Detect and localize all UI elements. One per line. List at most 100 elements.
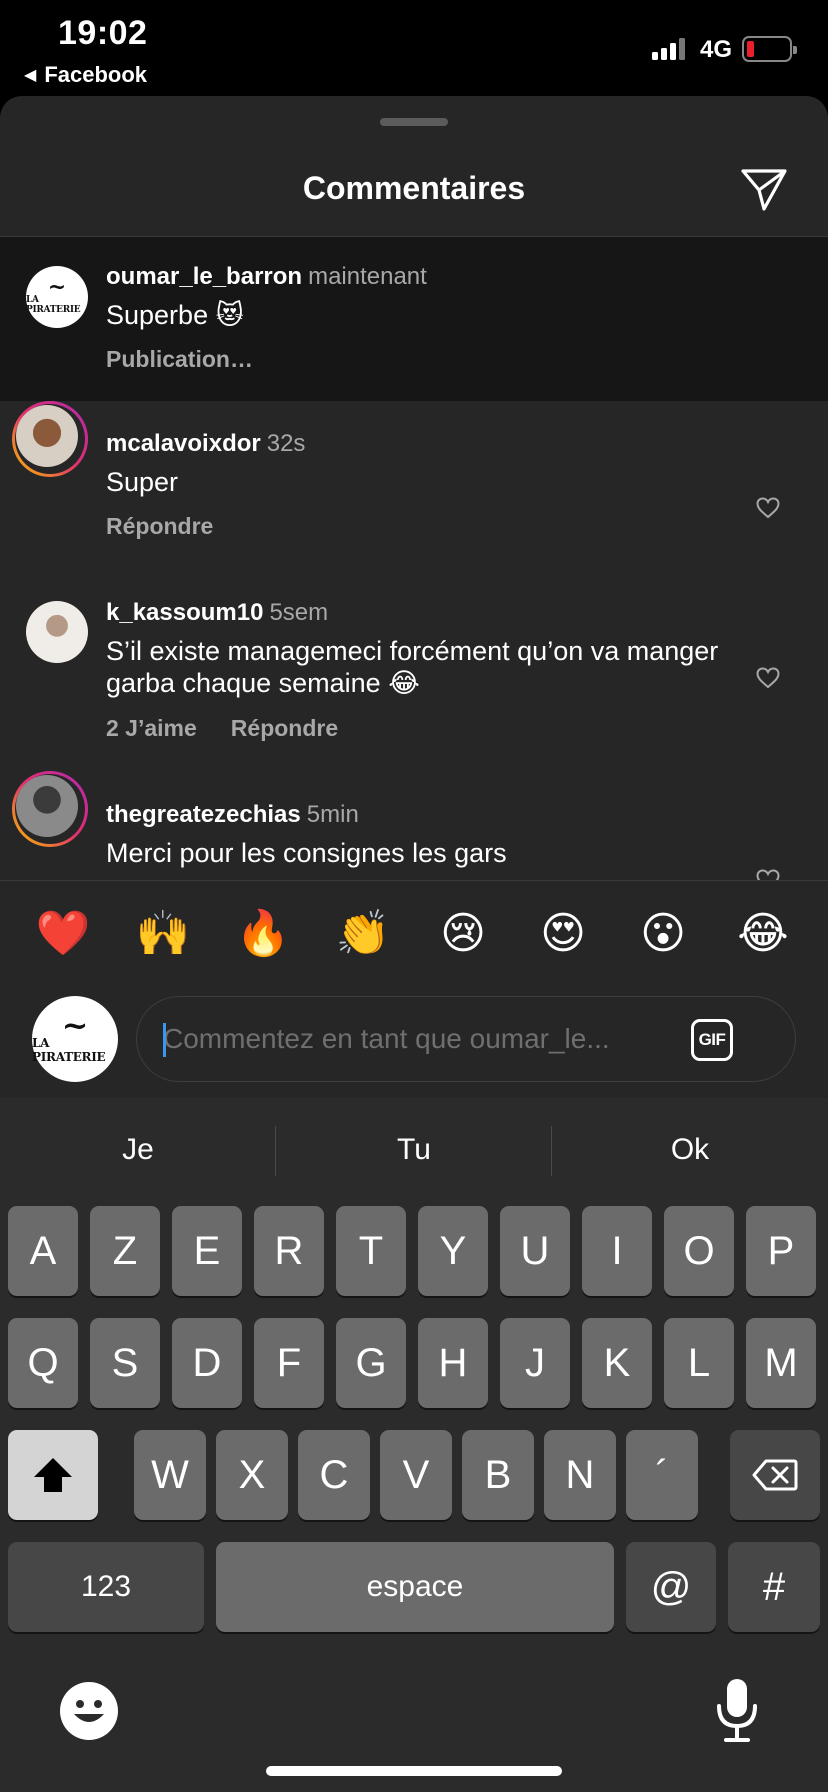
comment-time: 5sem <box>269 599 329 626</box>
network-type: 4G <box>700 36 733 63</box>
paper-plane-icon[interactable] <box>740 168 788 212</box>
comment-text: Superbe 😻 <box>106 300 244 330</box>
shift-key[interactable] <box>8 1430 98 1520</box>
space-key[interactable]: espace <box>216 1542 614 1632</box>
keyboard: Je Tu Ok A Z E R T Y U I O P Q S D F G H… <box>0 1098 828 1792</box>
logo-swirl: ~ <box>47 274 67 300</box>
back-to-app-link[interactable]: ◀ Facebook <box>24 62 147 88</box>
home-indicator[interactable] <box>266 1766 562 1776</box>
my-avatar: ~ LA PIRATERIE <box>32 996 118 1082</box>
key-p[interactable]: P <box>746 1206 816 1296</box>
key-w[interactable]: W <box>134 1430 206 1520</box>
status-time: 19:02 <box>58 14 148 52</box>
key-z[interactable]: Z <box>90 1206 160 1296</box>
comment-header: oumar_le_barron maintenant <box>106 263 427 291</box>
key-v[interactable]: V <box>380 1430 452 1520</box>
text-caret <box>163 1023 166 1057</box>
comment-username[interactable]: thegreatezechias <box>106 801 301 828</box>
likes-count[interactable]: 2 J’aime <box>106 715 197 741</box>
emoji-laughing-button[interactable]: 😂 <box>733 909 793 959</box>
sheet-grabber[interactable] <box>380 118 448 126</box>
key-c[interactable]: C <box>298 1430 370 1520</box>
comment-time: 32s <box>266 430 306 457</box>
key-y[interactable]: Y <box>418 1206 488 1296</box>
comment-input[interactable]: Commentez en tant que oumar_le... GIF <box>136 996 796 1082</box>
heart-icon[interactable] <box>756 667 780 689</box>
comment-item: k_kassoum10 5sem S’il existe managemeci f… <box>0 571 828 771</box>
emoji-heart-button[interactable]: ❤️ <box>33 909 93 959</box>
key-n[interactable]: N <box>544 1430 616 1520</box>
emoji-crying-button[interactable]: 😢 <box>433 909 493 959</box>
avatar[interactable]: ~ LA PIRATERIE <box>26 266 88 328</box>
key-e[interactable]: E <box>172 1206 242 1296</box>
key-x[interactable]: X <box>216 1430 288 1520</box>
back-triangle-icon: ◀ <box>24 67 37 84</box>
comment-text: Super <box>106 467 179 497</box>
key-s[interactable]: S <box>90 1318 160 1408</box>
key-g[interactable]: G <box>336 1318 406 1408</box>
status-bar: 19:02 ◀ Facebook 4G <box>0 0 828 96</box>
avatar[interactable] <box>12 771 88 847</box>
key-i[interactable]: I <box>582 1206 652 1296</box>
key-r[interactable]: R <box>254 1206 324 1296</box>
keyboard-emoji-icon[interactable] <box>60 1682 118 1740</box>
comment-text: Merci pour les consignes les gars <box>106 838 507 868</box>
comment-header: k_kassoum10 5sem <box>106 599 328 627</box>
key-f[interactable]: F <box>254 1318 324 1408</box>
emoji-clap-button[interactable]: 👏 <box>333 909 393 959</box>
comment-time: maintenant <box>308 263 427 290</box>
key-j[interactable]: J <box>500 1318 570 1408</box>
comment-meta: 2 J’aime Répondre <box>106 715 338 742</box>
microphone-icon[interactable] <box>712 1676 762 1746</box>
numbers-key[interactable]: 123 <box>8 1542 204 1632</box>
emoji-heart-eyes-button[interactable]: 😍 <box>533 909 593 959</box>
reply-button[interactable]: Répondre <box>106 513 213 539</box>
key-q[interactable]: Q <box>8 1318 78 1408</box>
backspace-icon <box>752 1459 798 1491</box>
back-app-label: Facebook <box>44 62 148 87</box>
sheet-title: Commentaires <box>302 170 526 206</box>
comment-username[interactable]: mcalavoixdor <box>106 430 261 457</box>
cellular-signal-icon <box>652 38 688 60</box>
comment-meta: Répondre <box>106 513 213 540</box>
comment-header: mcalavoixdor 32s <box>106 430 305 458</box>
emoji-surprised-button[interactable]: 😮 <box>633 909 693 959</box>
key-b[interactable]: B <box>462 1430 534 1520</box>
key-d[interactable]: D <box>172 1318 242 1408</box>
avatar-photo <box>16 405 78 467</box>
reply-button[interactable]: Répondre <box>231 715 338 741</box>
comment-header: thegreatezechias 5min <box>106 801 359 829</box>
key-u[interactable]: U <box>500 1206 570 1296</box>
comment-time: 5min <box>306 801 359 828</box>
key-m[interactable]: M <box>746 1318 816 1408</box>
comment-username[interactable]: k_kassoum10 <box>106 599 263 626</box>
emoji-quick-bar: ❤️ 🙌 🔥 👏 😢 😍 😮 😂 <box>0 880 828 980</box>
logo-swirl: ~ <box>61 1006 89 1044</box>
suggestion-3[interactable]: Ok <box>552 1098 828 1202</box>
emoji-fire-button[interactable]: 🔥 <box>233 909 293 959</box>
key-a[interactable]: A <box>8 1206 78 1296</box>
logo-text: LA PIRATERIE <box>26 295 81 315</box>
key-h[interactable]: H <box>418 1318 488 1408</box>
at-key[interactable]: @ <box>626 1542 716 1632</box>
suggestion-1[interactable]: Je <box>0 1098 276 1202</box>
gif-button[interactable]: GIF <box>691 1019 733 1061</box>
key-o[interactable]: O <box>664 1206 734 1296</box>
avatar[interactable] <box>26 601 88 663</box>
logo-text: LA PIRATERIE <box>32 1036 106 1064</box>
hash-key[interactable]: # <box>728 1542 820 1632</box>
key-k[interactable]: K <box>582 1318 652 1408</box>
suggestion-2[interactable]: Tu <box>276 1098 552 1202</box>
key-l[interactable]: L <box>664 1318 734 1408</box>
comment-username[interactable]: oumar_le_barron <box>106 263 302 290</box>
heart-icon[interactable] <box>756 497 780 519</box>
key-accent[interactable]: ´ <box>626 1430 698 1520</box>
comment-item: ~ LA PIRATERIE oumar_le_barron maintenant… <box>0 237 828 401</box>
key-t[interactable]: T <box>336 1206 406 1296</box>
emoji-raised-hands-button[interactable]: 🙌 <box>133 909 193 959</box>
posting-status: Publication… <box>106 346 253 372</box>
comment-text: S’il existe managemeci forcément qu’on v… <box>106 636 719 698</box>
avatar[interactable] <box>12 401 88 477</box>
backspace-key[interactable] <box>730 1430 820 1520</box>
avatar-photo <box>16 775 78 837</box>
